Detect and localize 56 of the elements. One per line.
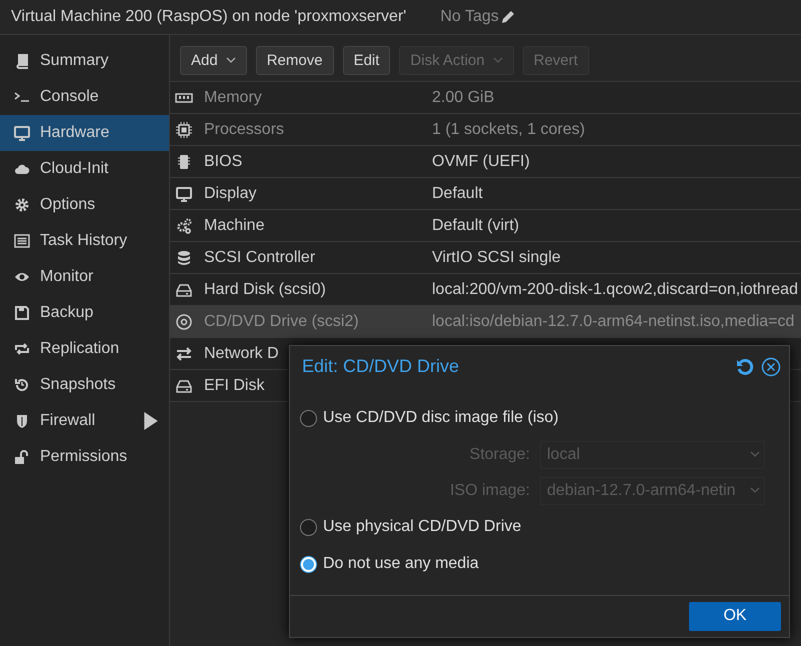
sidebar-item[interactable]: Firewall: [0, 403, 169, 439]
toolbar-button[interactable]: Remove: [256, 46, 334, 75]
hardware-value: Default: [431, 184, 483, 202]
hardware-name: CD/DVD Drive (scsi2): [204, 312, 359, 330]
radio-option[interactable]: Do not use any media: [300, 546, 779, 582]
close-icon[interactable]: [761, 356, 781, 377]
hardware-name: Machine: [204, 216, 264, 234]
sidebar-item[interactable]: Hardware: [0, 115, 169, 151]
radio-button[interactable]: [300, 556, 317, 572]
sidebar-item[interactable]: Snapshots: [0, 367, 169, 403]
hardware-name: SCSI Controller: [204, 248, 316, 266]
window-title: Virtual Machine 200 (RaspOS) on node 'proxmoxserver': [11, 8, 406, 26]
tags-label: No Tags: [440, 8, 499, 26]
hardware-name: EFI Disk: [204, 376, 264, 394]
hard-drive-icon: [174, 282, 194, 298]
disc-icon: [174, 314, 194, 330]
hardware-value: local:200/vm-200-disk-1.qcow2,discard=on,iothread: [431, 280, 798, 298]
hardware-name: BIOS: [204, 152, 242, 170]
chevron-down-icon: [750, 487, 760, 494]
sidebar-item[interactable]: Cloud-Init: [0, 151, 169, 187]
cpu-chip-icon: [174, 122, 194, 138]
hardware-value: Default (virt): [431, 216, 520, 234]
radio-button[interactable]: [300, 518, 317, 536]
hardware-name: Display: [204, 184, 256, 202]
hardware-value: VirtIO SCSI single: [431, 248, 561, 266]
pencil-icon[interactable]: [500, 10, 515, 24]
reset-icon[interactable]: [735, 356, 755, 377]
radio-option[interactable]: Use physical CD/DVD Drive: [300, 508, 779, 546]
sidebar-item[interactable]: Options: [0, 187, 169, 223]
sidebar-item[interactable]: Permissions: [0, 439, 169, 475]
exchange-arrows-icon: [174, 346, 194, 362]
hardware-name: Network D: [204, 344, 279, 362]
hardware-name: Processors: [204, 120, 284, 138]
sidebar-item[interactable]: Summary: [0, 43, 169, 79]
ok-button[interactable]: OK: [689, 602, 781, 631]
hardware-value: 2.00 GiB: [431, 88, 494, 106]
hardware-value: OVMF (UEFI): [431, 152, 530, 170]
hard-drive-icon: [174, 378, 194, 394]
hardware-name: Hard Disk (scsi0): [204, 280, 326, 298]
radio-button[interactable]: [300, 410, 317, 426]
monitor-icon: [12, 124, 32, 142]
sidebar-item[interactable]: Monitor: [0, 259, 169, 295]
chevron-down-icon: [750, 451, 760, 458]
toolbar-button[interactable]: Add: [180, 46, 247, 75]
hardware-value: local:iso/debian-12.7.0-arm64-netinst.iso,media=cd: [431, 312, 794, 330]
hardware-name: Memory: [204, 88, 262, 106]
monitor-icon: [174, 186, 194, 202]
hardware-value: 1 (1 sockets, 1 cores): [431, 120, 585, 138]
dialog-title: Edit: CD/DVD Drive: [302, 356, 460, 378]
radio-option[interactable]: Use CD/DVD disc image file (iso): [300, 400, 779, 436]
sidebar-item[interactable]: Replication: [0, 331, 169, 367]
sidebar-item[interactable]: Task History: [0, 223, 169, 259]
sidebar-item[interactable]: Backup: [0, 295, 169, 331]
sidebar-item[interactable]: Console: [0, 79, 169, 115]
list-icon: [12, 232, 32, 250]
toolbar-button[interactable]: Edit: [342, 46, 390, 75]
